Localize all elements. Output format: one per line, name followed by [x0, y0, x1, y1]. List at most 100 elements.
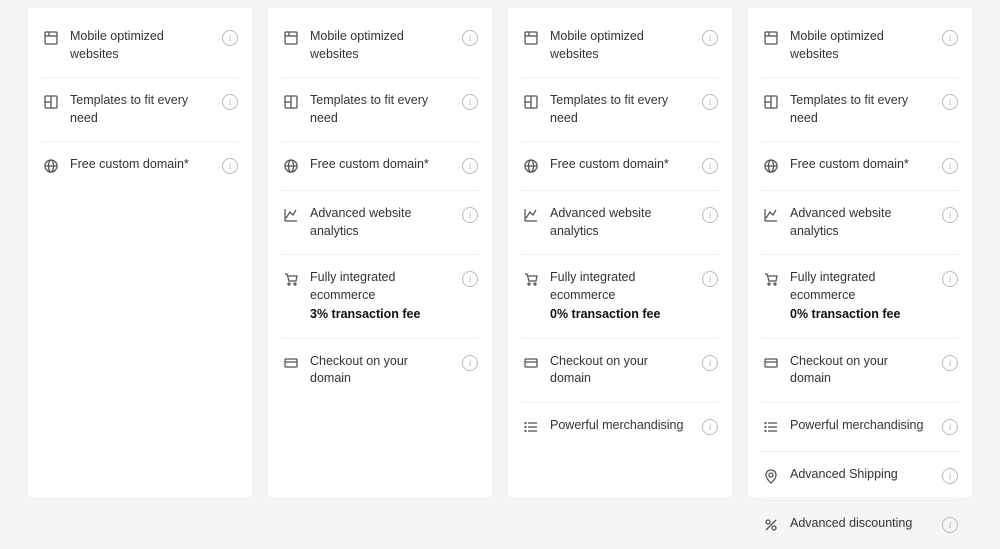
templates-icon: [762, 94, 780, 112]
info-icon[interactable]: i: [702, 419, 718, 435]
feature-label: Checkout on your domain: [550, 353, 692, 388]
feature-mobile: Mobile optimized websites i: [282, 14, 478, 77]
feature-label: Free custom domain*: [790, 156, 932, 174]
analytics-icon: [762, 207, 780, 225]
info-icon[interactable]: i: [702, 271, 718, 287]
feature-label: Templates to fit every need: [70, 92, 212, 127]
feature-checkout: Checkout on your domaini: [762, 338, 958, 402]
feature-checkout: Checkout on your domain i: [282, 338, 478, 402]
feature-label: Mobile optimized websites: [70, 28, 212, 63]
list-icon: [762, 419, 780, 437]
feature-domain: Free custom domain* i: [282, 141, 478, 190]
info-icon[interactable]: i: [702, 158, 718, 174]
feature-label: Fully integrated ecommerce0% transaction…: [790, 269, 932, 324]
feature-label: Mobile optimized websites: [790, 28, 932, 63]
feature-domain: Free custom domain* i: [522, 141, 718, 190]
feature-mobile: Mobile optimized websites i: [762, 14, 958, 77]
feature-label: Powerful merchandising: [550, 417, 692, 435]
feature-sublabel: 0% transaction fee: [550, 306, 688, 324]
feature-label: Mobile optimized websites: [310, 28, 452, 63]
globe-icon: [522, 158, 540, 176]
plan-column-4: Mobile optimized websites i Templates to f…: [748, 8, 972, 497]
feature-checkout: Checkout on your domain i: [522, 338, 718, 402]
analytics-icon: [522, 207, 540, 225]
mobile-icon: [282, 30, 300, 48]
feature-label: Fully integrated ecommerce3% transaction…: [310, 269, 452, 324]
info-icon[interactable]: i: [462, 94, 478, 110]
card-icon: [762, 355, 780, 373]
info-icon[interactable]: i: [702, 30, 718, 46]
plan-column-3: Mobile optimized websitesiTemplates to f…: [508, 8, 732, 497]
feature-label: Advanced website analytics: [550, 205, 692, 240]
templates-icon: [282, 94, 300, 112]
feature-ecom0: Fully integrated ecommerce0% transaction…: [762, 254, 958, 338]
mobile-icon: [42, 30, 60, 48]
feature-analytics: Advanced website analytics i: [522, 190, 718, 254]
feature-label: Fully integrated ecommerce0% transaction…: [550, 269, 692, 324]
info-icon[interactable]: i: [462, 355, 478, 371]
cart-icon: [762, 271, 780, 289]
list-icon: [522, 419, 540, 437]
templates-icon: [42, 94, 60, 112]
feature-analytics: Advanced website analytics i: [762, 190, 958, 254]
feature-mobile: Mobile optimized websites i: [42, 14, 238, 77]
info-icon[interactable]: i: [942, 355, 958, 371]
feature-label: Advanced website analytics: [790, 205, 932, 240]
plan-column-1: Mobile optimized websitesiTemplates to f…: [28, 8, 252, 497]
globe-icon: [762, 158, 780, 176]
info-icon[interactable]: i: [462, 158, 478, 174]
feature-domain: Free custom domain* i: [42, 141, 238, 190]
feature-mobile: Mobile optimized websitesi: [522, 14, 718, 77]
feature-templates: Templates to fit every need i: [42, 77, 238, 141]
templates-icon: [522, 94, 540, 112]
feature-shipping: Advanced Shipping i: [762, 451, 958, 500]
plan-column-2: Mobile optimized websitesiTemplates to f…: [268, 8, 492, 497]
info-icon[interactable]: i: [702, 207, 718, 223]
globe-icon: [42, 158, 60, 176]
feature-label: Free custom domain*: [310, 156, 452, 174]
feature-templates: Templates to fit every need i: [282, 77, 478, 141]
feature-ecom3: Fully integrated ecommerce3% transaction…: [282, 254, 478, 338]
feature-label: Powerful merchandising: [790, 417, 932, 435]
feature-label: Checkout on your domain: [310, 353, 452, 388]
info-icon[interactable]: i: [462, 207, 478, 223]
feature-domain: Free custom domain* i: [762, 141, 958, 190]
info-icon[interactable]: i: [942, 419, 958, 435]
feature-label: Advanced Shipping: [790, 466, 932, 484]
globe-icon: [282, 158, 300, 176]
feature-sublabel: 3% transaction fee: [310, 306, 448, 324]
info-icon[interactable]: i: [942, 207, 958, 223]
mobile-icon: [762, 30, 780, 48]
info-icon[interactable]: i: [462, 30, 478, 46]
feature-label: Free custom domain*: [70, 156, 212, 174]
info-icon[interactable]: i: [702, 94, 718, 110]
info-icon[interactable]: i: [942, 517, 958, 533]
cart-icon: [522, 271, 540, 289]
card-icon: [522, 355, 540, 373]
feature-label: Templates to fit every need: [790, 92, 932, 127]
info-icon[interactable]: i: [462, 271, 478, 287]
info-icon[interactable]: i: [222, 30, 238, 46]
info-icon[interactable]: i: [942, 468, 958, 484]
feature-merch: Powerful merchandising i: [522, 402, 718, 451]
info-icon[interactable]: i: [702, 355, 718, 371]
feature-templates: Templates to fit every needi: [522, 77, 718, 141]
feature-sublabel: 0% transaction fee: [790, 306, 928, 324]
feature-discount: Advanced discounting i: [762, 500, 958, 549]
info-icon[interactable]: i: [942, 158, 958, 174]
info-icon[interactable]: i: [942, 30, 958, 46]
feature-label: Advanced discounting: [790, 515, 932, 533]
feature-merch: Powerful merchandising i: [762, 402, 958, 451]
feature-label: Advanced website analytics: [310, 205, 452, 240]
info-icon[interactable]: i: [942, 94, 958, 110]
feature-ecom0: Fully integrated ecommerce0% transaction…: [522, 254, 718, 338]
feature-analytics: Advanced website analytics i: [282, 190, 478, 254]
feature-label: Templates to fit every need: [310, 92, 452, 127]
info-icon[interactable]: i: [222, 158, 238, 174]
feature-label: Free custom domain*: [550, 156, 692, 174]
analytics-icon: [282, 207, 300, 225]
info-icon[interactable]: i: [942, 271, 958, 287]
mobile-icon: [522, 30, 540, 48]
info-icon[interactable]: i: [222, 94, 238, 110]
card-icon: [282, 355, 300, 373]
